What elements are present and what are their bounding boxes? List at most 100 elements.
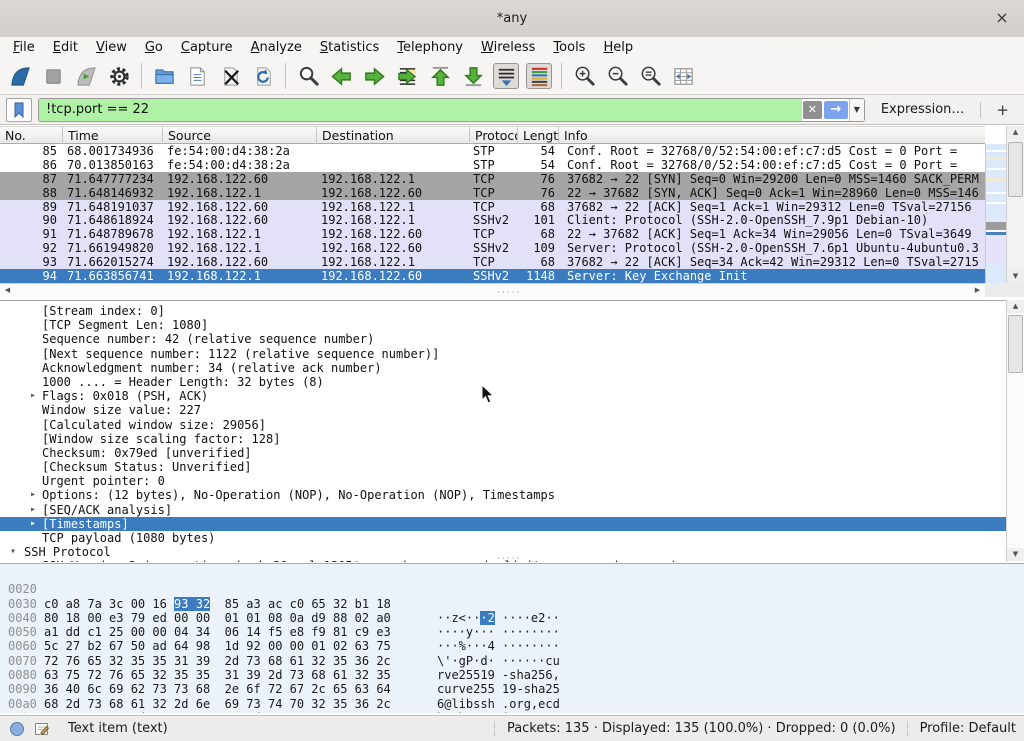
auto-scroll-icon[interactable] [493,63,519,89]
packet-row[interactable]: 88 71.648146932 192.168.122.1 192.168.12… [0,186,985,200]
packet-row[interactable]: 90 71.648618924 192.168.122.60 192.168.1… [0,213,985,227]
stop-capture-icon[interactable] [40,63,66,89]
open-file-icon[interactable] [151,63,177,89]
statusbar-separator[interactable] [907,721,909,736]
packet-row[interactable]: 87 71.647777234 192.168.122.60 192.168.1… [0,172,985,186]
menu-item[interactable]: File [4,37,44,58]
capture-comment-icon[interactable] [34,721,50,737]
expander-icon[interactable]: ▸ [30,517,36,531]
column-header[interactable]: Info [559,127,985,145]
detail-line[interactable]: [Stream index: 0] [0,304,1008,318]
detail-line[interactable]: Sequence number: 42 (relative sequence n… [0,332,1008,346]
save-file-icon[interactable] [184,63,210,89]
expert-info-icon[interactable] [9,721,25,737]
hex-line[interactable]: 0050 5c 27 b2 67 50 ad 64 98 1d 92 00 00… [0,611,1024,625]
packet-row[interactable]: 91 71.648789678 192.168.122.1 192.168.12… [0,227,985,241]
menu-item[interactable]: Wireless [472,37,544,58]
reload-file-icon[interactable] [250,63,276,89]
display-filter-input[interactable]: !tcp.port == 22 [39,99,802,121]
detail-line[interactable]: ▸ [Timestamps] [0,517,1008,531]
close-file-icon[interactable] [217,63,243,89]
packet-list-hscrollbar[interactable]: ◀ ▶ [0,283,985,297]
filter-clear-icon[interactable]: ✕ [803,101,822,119]
packet-list-vscrollbar[interactable]: ▲ ▼ [1006,126,1024,283]
detail-line[interactable]: [Checksum Status: Unverified] [0,460,1008,474]
scroll-right-icon[interactable]: ▶ [971,284,984,297]
menu-item[interactable]: Edit [44,37,87,58]
filter-dropdown-icon[interactable]: ▼ [849,99,864,121]
go-first-icon[interactable] [427,63,453,89]
zoom-in-icon[interactable] [571,63,597,89]
hex-line[interactable]: 0060 72 76 65 32 35 35 31 39 2d 73 68 61… [0,625,1024,639]
start-capture-icon[interactable] [7,63,33,89]
column-header[interactable]: Protocol [470,127,518,145]
hex-line[interactable]: 0090 68 2d 73 68 61 32 2d 6e 69 73 74 70… [0,668,1024,682]
pane-splitter-handle[interactable]: ····· [497,290,521,296]
hex-line[interactable]: 00a0 65 63 64 68 2d 73 68 61 32 2d 6e 69… [0,682,1024,696]
scroll-down-icon[interactable]: ▼ [1007,270,1024,283]
go-forward-icon[interactable] [361,63,387,89]
go-last-icon[interactable] [460,63,486,89]
colorize-icon[interactable] [526,63,552,89]
hex-line[interactable]: 00b0 38 34 2c 65 63 64 68 2d 73 68 61 32… [0,697,1024,711]
column-header[interactable]: Time [63,127,163,145]
go-to-packet-icon[interactable] [394,63,420,89]
detail-line[interactable]: TCP payload (1080 bytes) [0,531,1008,545]
packet-row[interactable]: 86 70.013850163 fe:54:00:d4:38:2a STP 54… [0,158,985,172]
filter-apply-icon[interactable]: → [824,101,848,119]
expander-icon[interactable]: ▸ [30,488,36,502]
detail-line[interactable]: [Next sequence number: 1122 (relative se… [0,347,1008,361]
column-header[interactable]: Destination [317,127,470,145]
zoom-out-icon[interactable] [604,63,630,89]
detail-line[interactable]: [Calculated window size: 29056] [0,418,1008,432]
detail-line[interactable]: Checksum: 0x79ed [unverified] [0,446,1008,460]
column-header[interactable]: Length [518,127,559,145]
expression-button[interactable]: Expression… [871,102,975,117]
packet-row[interactable]: 85 68.001734936 fe:54:00:d4:38:2a STP 54… [0,144,985,158]
pane-splitter-handle[interactable]: ····· [497,556,521,562]
menu-item[interactable]: Telephony [388,37,472,58]
column-header[interactable]: No. [0,127,63,145]
add-filter-button[interactable]: + [987,101,1018,119]
hex-line[interactable]: 0020 c0 a8 7a 3c 00 16 93 32 85 a3 ac c0… [0,568,1024,582]
detail-line[interactable]: ▸ [SEQ/ACK analysis] [0,503,1008,517]
hex-line[interactable]: 0080 36 40 6c 69 62 73 73 68 2e 6f 72 67… [0,654,1024,668]
expander-icon[interactable]: ▸ [30,503,36,517]
statusbar-separator[interactable] [494,721,496,736]
restart-capture-icon[interactable] [73,63,99,89]
zoom-reset-icon[interactable] [637,63,663,89]
profile-status[interactable]: Profile: Default [920,721,1016,736]
detail-line[interactable]: Window size value: 227 [0,403,1008,417]
expander-icon[interactable]: ▾ [10,545,16,559]
scroll-left-icon[interactable]: ◀ [1,284,14,297]
detail-line[interactable]: [TCP Segment Len: 1080] [0,318,1008,332]
scroll-up-icon[interactable]: ▲ [1007,126,1024,139]
hex-line[interactable]: 0070 63 75 72 76 65 32 35 35 31 39 2d 73… [0,639,1024,653]
hex-line[interactable]: 0040 a1 dd c1 25 00 00 04 34 06 14 f5 e8… [0,597,1024,611]
intelligent-scrollbar-minimap[interactable] [985,144,1006,283]
menu-item[interactable]: Analyze [242,37,311,58]
bookmark-icon[interactable] [6,98,32,122]
resize-columns-icon[interactable] [670,63,696,89]
detail-line[interactable]: [Window size scaling factor: 128] [0,432,1008,446]
packet-row[interactable]: 94 71.663856741 192.168.122.1 192.168.12… [0,269,985,283]
detail-line[interactable]: Urgent pointer: 0 [0,474,1008,488]
menu-item[interactable]: Capture [172,37,242,58]
capture-options-icon[interactable] [106,63,132,89]
menu-item[interactable]: Go [136,37,172,58]
expander-icon[interactable]: ▸ [30,389,36,403]
go-back-icon[interactable] [328,63,354,89]
scroll-up-icon[interactable]: ▲ [1007,300,1024,313]
packet-row[interactable]: 93 71.662015274 192.168.122.60 192.168.1… [0,255,985,269]
menu-item[interactable]: Tools [544,37,594,58]
menu-item[interactable]: Statistics [311,37,388,58]
title-bar[interactable]: *any × [0,0,1024,38]
expander-icon[interactable]: ▸ [30,559,36,562]
scrollbar-thumb[interactable] [1008,315,1023,373]
detail-pane-vscrollbar[interactable]: ▲ ▼ [1006,300,1024,562]
column-header[interactable]: Source [163,127,317,145]
detail-line[interactable]: ▸ Options: (12 bytes), No-Operation (NOP… [0,488,1008,502]
scrollbar-thumb[interactable] [1008,142,1023,197]
menu-item[interactable]: Help [594,37,642,58]
menu-item[interactable]: View [87,37,136,58]
